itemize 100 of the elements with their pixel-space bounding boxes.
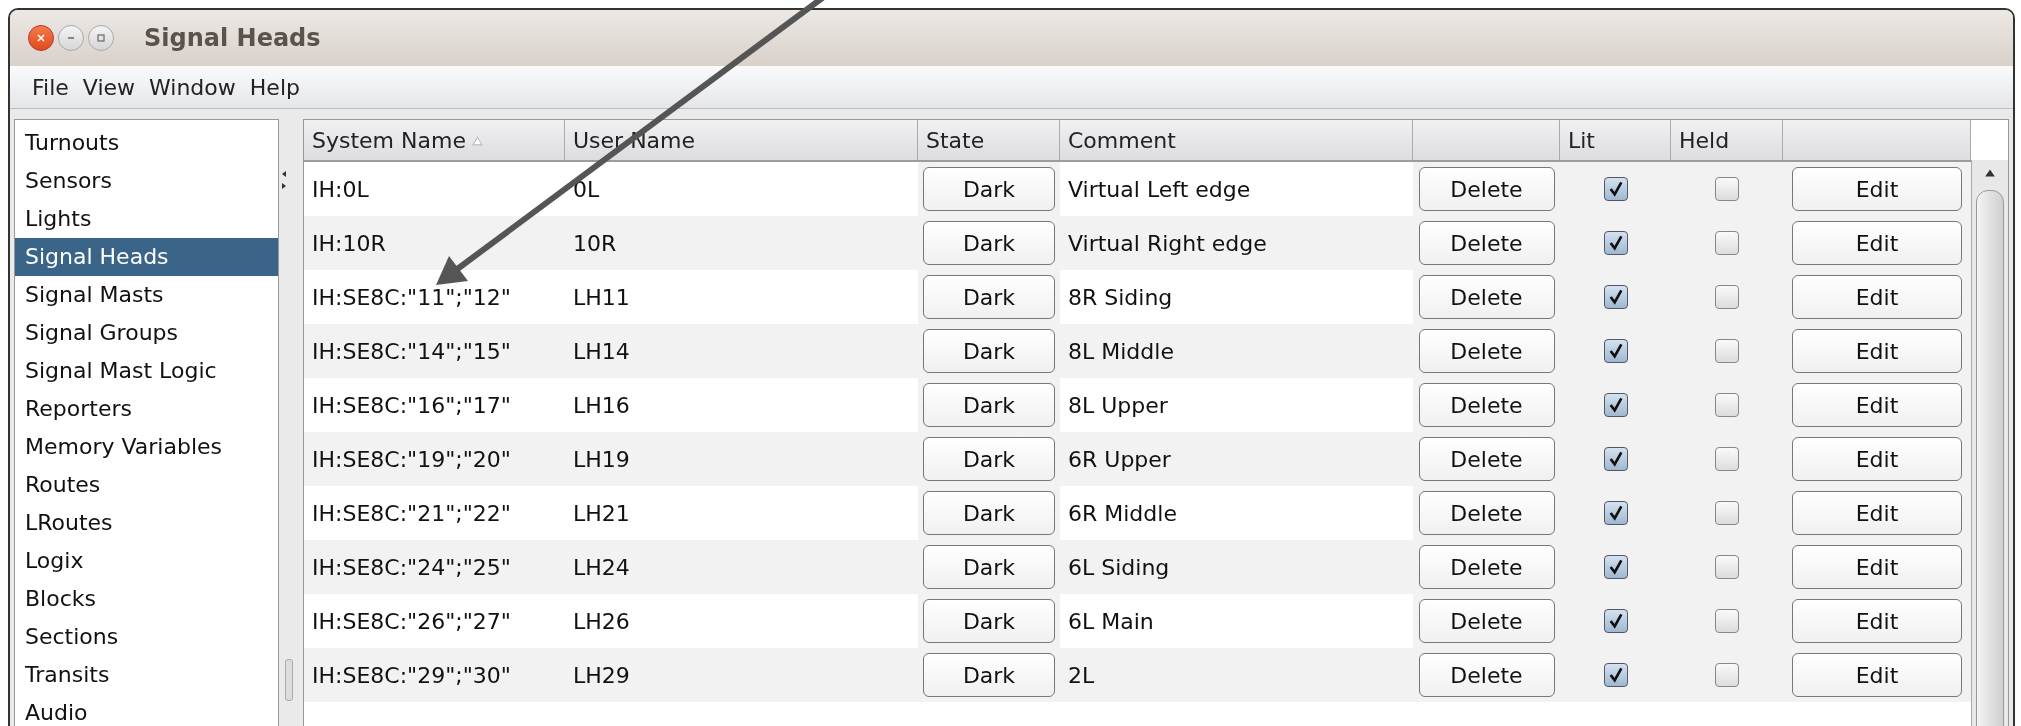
edit-button[interactable]: Edit [1792,167,1962,211]
checkbox[interactable] [1715,285,1739,309]
sidebar-item[interactable]: Reporters [15,390,279,428]
sidebar-item[interactable]: Logix [15,542,279,580]
table-cell-text: IH:SE8C:"24";"25" [311,553,512,582]
delete-button[interactable]: Delete [1418,437,1555,481]
checkbox[interactable] [1603,501,1628,525]
splitter-grip[interactable] [285,659,294,701]
menu-item[interactable]: Window [141,74,242,100]
column-header[interactable]: System Name [304,120,565,160]
edit-button[interactable]: Edit [1792,599,1962,643]
scrollbar[interactable] [1971,160,2008,726]
checkbox[interactable] [1715,609,1739,633]
table-cell-text: 8L Middle [1067,337,1175,366]
state-button[interactable]: Dark [923,653,1055,697]
checkbox[interactable] [1603,555,1628,579]
state-button[interactable]: Dark [923,437,1055,481]
sidebar-item[interactable]: Signal Masts [15,276,279,314]
sidebar-item[interactable]: Transits [15,656,279,694]
sidebar-item[interactable]: Signal Heads [15,238,279,276]
state-button[interactable]: Dark [923,275,1055,319]
edit-button[interactable]: Edit [1792,491,1962,535]
column-header[interactable]: Held [1671,120,1783,160]
delete-button[interactable]: Delete [1418,221,1555,265]
table-cell-text: LH11 [572,283,631,312]
checkbox[interactable] [1715,393,1739,417]
sidebar-item[interactable]: Audio [15,694,279,726]
column-header[interactable]: State [918,120,1060,160]
close-icon[interactable] [28,25,54,51]
state-button[interactable]: Dark [923,599,1055,643]
checkbox[interactable] [1603,231,1628,255]
delete-button[interactable]: Delete [1418,653,1555,697]
scroll-up-icon[interactable] [1984,168,1996,178]
checkbox[interactable] [1715,447,1739,471]
minimize-icon[interactable] [58,25,84,51]
checkbox[interactable] [1715,231,1739,255]
table-cell-text: LH24 [572,553,631,582]
delete-button[interactable]: Delete [1418,167,1555,211]
menu-item[interactable]: File [24,74,75,100]
table-cell-text: 6L Main [1067,607,1155,636]
window-title: Signal Heads [144,24,321,52]
sidebar-item[interactable]: Lights [15,200,279,238]
checkbox[interactable] [1715,501,1739,525]
table-cell-text: IH:SE8C:"19";"20" [311,445,512,474]
table-cell-text: Virtual Left edge [1067,175,1252,204]
table-cell-text: 8R Siding [1067,283,1174,312]
delete-button[interactable]: Delete [1418,329,1555,373]
checkbox[interactable] [1603,339,1628,363]
checkbox[interactable] [1603,285,1628,309]
column-header[interactable]: Lit [1560,120,1671,160]
table-cell-text: IH:SE8C:"16";"17" [311,391,512,420]
sidebar-item[interactable]: Signal Groups [15,314,279,352]
checkbox[interactable] [1603,177,1628,201]
state-button[interactable]: Dark [923,383,1055,427]
sidebar-item[interactable]: Routes [15,466,279,504]
delete-button[interactable]: Delete [1418,383,1555,427]
state-button[interactable]: Dark [923,221,1055,265]
table-cell-text: LH14 [572,337,631,366]
menu-item[interactable]: Help [241,74,306,100]
edit-button[interactable]: Edit [1792,275,1962,319]
delete-button[interactable]: Delete [1418,599,1555,643]
sidebar-item[interactable]: Memory Variables [15,428,279,466]
table-cell-text: 0L [572,175,601,204]
edit-button[interactable]: Edit [1792,653,1962,697]
checkbox[interactable] [1603,609,1628,633]
sidebar-item[interactable]: Turnouts [15,124,279,162]
state-button[interactable]: Dark [923,329,1055,373]
sidebar-item[interactable]: Blocks [15,580,279,618]
edit-button[interactable]: Edit [1792,545,1962,589]
table-cell-text: 6R Upper [1067,445,1172,474]
checkbox[interactable] [1603,447,1628,471]
delete-button[interactable]: Delete [1418,491,1555,535]
checkbox[interactable] [1715,663,1739,687]
sidebar-item[interactable]: Sections [15,618,279,656]
checkbox[interactable] [1603,393,1628,417]
splitter-arrows-icon[interactable] [281,169,288,191]
delete-button[interactable]: Delete [1418,275,1555,319]
edit-button[interactable]: Edit [1792,383,1962,427]
sort-icon [471,136,483,146]
checkbox[interactable] [1603,663,1628,687]
table-cell-text: Virtual Right edge [1067,229,1268,258]
table-cell-text: 6R Middle [1067,499,1178,528]
table-cell-text: LH21 [572,499,631,528]
checkbox[interactable] [1715,339,1739,363]
maximize-icon[interactable] [88,25,114,51]
table-cell-text: IH:SE8C:"26";"27" [311,607,512,636]
checkbox[interactable] [1715,555,1739,579]
delete-button[interactable]: Delete [1418,545,1555,589]
edit-button[interactable]: Edit [1792,221,1962,265]
column-header[interactable]: Comment [1060,120,1413,160]
checkbox[interactable] [1715,177,1739,201]
state-button[interactable]: Dark [923,545,1055,589]
edit-button[interactable]: Edit [1792,437,1962,481]
state-button[interactable]: Dark [923,167,1055,211]
edit-button[interactable]: Edit [1792,329,1962,373]
state-button[interactable]: Dark [923,491,1055,535]
sidebar-item[interactable]: LRoutes [15,504,279,542]
sidebar-item[interactable]: Signal Mast Logic [15,352,279,390]
sidebar-item[interactable]: Sensors [15,162,279,200]
menu-item[interactable]: View [74,74,142,100]
